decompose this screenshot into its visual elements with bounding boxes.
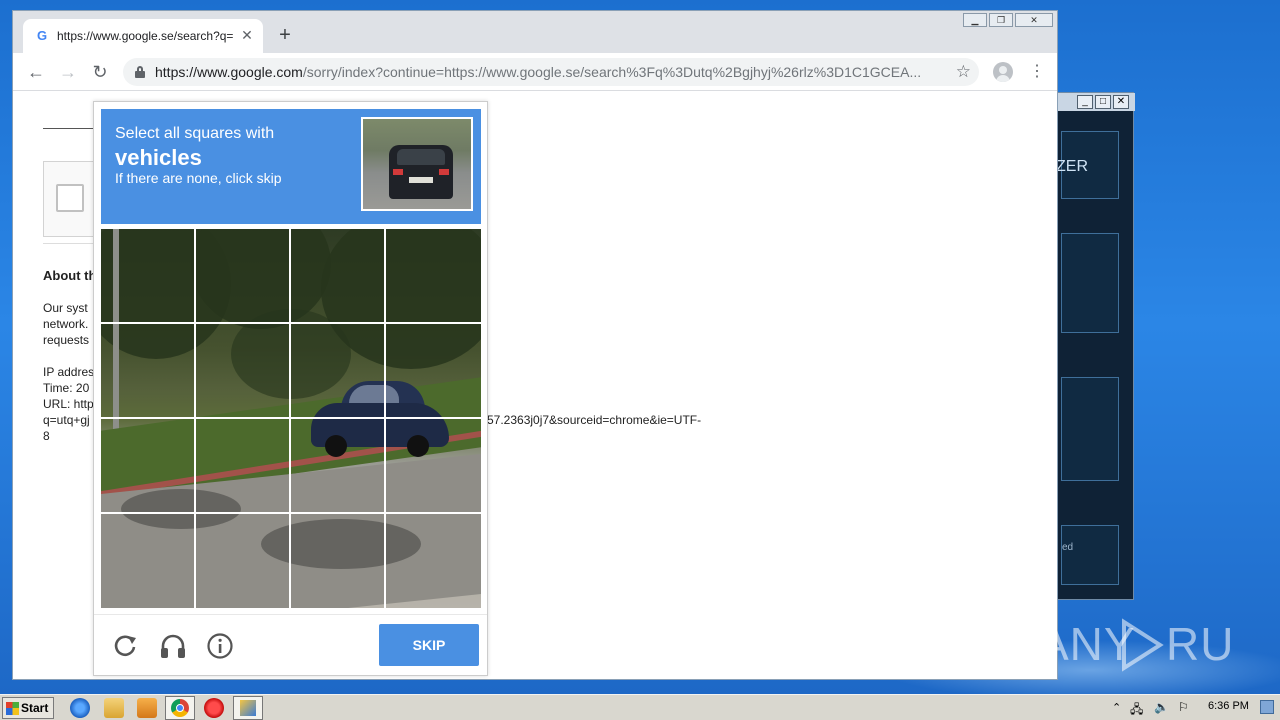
bg-app-small-text: ed — [1062, 542, 1074, 553]
bg-app-panel-mid — [1061, 233, 1119, 333]
sample-car-image — [389, 145, 453, 199]
page-line: network. — [43, 317, 89, 331]
grid-tile[interactable] — [101, 324, 195, 418]
info-icon[interactable] — [206, 632, 234, 660]
recaptcha-challenge-popup: Select all squares with vehicles If ther… — [93, 101, 488, 676]
action-center-flag-icon[interactable]: ⚐ — [1178, 700, 1189, 714]
network-icon[interactable]: 🖧 — [1130, 700, 1143, 720]
media-player-icon[interactable] — [137, 698, 157, 718]
address-url[interactable]: https://www.google.com/sorry/index?conti… — [155, 64, 945, 82]
windows-flag-icon — [6, 702, 19, 715]
google-g-icon: G — [36, 28, 48, 43]
grid-tile[interactable] — [291, 514, 385, 608]
challenge-header: Select all squares with vehicles If ther… — [101, 109, 481, 224]
tab-strip: G https://www.google.se/search?q=ut ✕ + … — [13, 11, 1057, 53]
ip-line: IP addres — [43, 365, 95, 379]
sample-image — [361, 117, 473, 211]
start-button[interactable]: Start — [2, 697, 54, 719]
lock-icon[interactable] — [135, 66, 145, 78]
show-desktop-icon[interactable] — [1260, 700, 1274, 714]
address-bar[interactable]: https://www.google.com/sorry/index?conti… — [123, 58, 979, 86]
menu-dots-icon[interactable]: ⋮ — [1029, 62, 1045, 82]
anyrun-logo-icon: ANY RUN — [1038, 618, 1268, 672]
system-tray: ⌃ 🖧 🔈 ⚐ — [1108, 695, 1280, 720]
challenge-image-grid — [101, 229, 481, 608]
grid-line — [101, 512, 481, 514]
minimize-button[interactable]: ▁ — [963, 13, 987, 27]
chrome-taskbar-button[interactable] — [165, 696, 195, 720]
new-tab-button[interactable]: + — [275, 25, 295, 45]
skip-button[interactable]: SKIP — [379, 624, 479, 666]
bg-app-panel-top[interactable]: ZER — [1056, 131, 1119, 199]
bg-minimize-button[interactable]: _ — [1077, 95, 1093, 109]
bg-app-panel-slider[interactable] — [1061, 377, 1119, 481]
recaptcha-checkbox[interactable] — [56, 184, 84, 212]
browser-toolbar: ← → ↻ https://www.google.com/sorry/index… — [13, 53, 1057, 91]
tab-close-icon[interactable]: ✕ — [239, 27, 255, 44]
grid-tile[interactable] — [196, 229, 290, 323]
grid-tile[interactable] — [101, 514, 195, 608]
reload-icon[interactable] — [111, 632, 139, 660]
grid-tile[interactable] — [386, 514, 480, 608]
ip-line: 8 — [43, 429, 50, 443]
grid-tile[interactable] — [196, 419, 290, 513]
volume-icon[interactable]: 🔈 — [1154, 700, 1169, 714]
grid-tile[interactable] — [291, 324, 385, 418]
restore-button[interactable]: ❐ — [989, 13, 1013, 27]
ip-line: Time: 20 — [43, 381, 90, 395]
ip-line: URL: http — [43, 397, 94, 411]
reload-icon[interactable]: ↻ — [89, 61, 111, 83]
close-button[interactable]: ✕ — [1015, 13, 1053, 27]
forward-arrow-icon[interactable]: → — [57, 61, 79, 83]
url-path: /sorry/index?continue=https://www.google… — [302, 64, 922, 80]
bg-app-panel-text: ZER — [1056, 158, 1088, 175]
anyrun-watermark: ANY RUN — [1038, 612, 1268, 676]
tab-title: https://www.google.se/search?q=ut — [57, 29, 233, 43]
chrome-icon — [171, 699, 189, 717]
svg-text:ANY: ANY — [1038, 618, 1136, 670]
browser-tab[interactable]: G https://www.google.se/search?q=ut ✕ — [23, 19, 263, 53]
svg-text:RUN: RUN — [1166, 618, 1238, 670]
grid-tile[interactable] — [386, 419, 480, 513]
url-host: https://www.google.com — [155, 64, 303, 80]
bg-close-button[interactable]: ✕ — [1113, 95, 1129, 109]
about-heading: About th — [43, 268, 97, 283]
grid-tile[interactable] — [291, 419, 385, 513]
challenge-prompt-keyword: vehicles — [115, 145, 202, 170]
background-app-titlebar[interactable]: _ □ ✕ — [1051, 93, 1135, 111]
tray-expand-icon[interactable]: ⌃ — [1112, 701, 1121, 714]
start-label: Start — [21, 701, 49, 715]
ie-icon[interactable] — [70, 698, 90, 718]
grid-tile[interactable] — [386, 324, 480, 418]
folder-icon[interactable] — [104, 698, 124, 718]
app-icon — [240, 700, 256, 716]
challenge-prompt-line1: Select all squares with — [115, 125, 275, 142]
taskbar-clock[interactable]: 6:36 PM — [1208, 700, 1249, 712]
taskbar: Start ⌃ 🖧 🔈 ⚐ 6:36 PM — [0, 694, 1280, 720]
bg-app-panel-bottom: ed — [1061, 525, 1119, 585]
profile-avatar-icon[interactable] — [993, 62, 1013, 82]
page-line: Our syst — [43, 301, 88, 315]
grid-tile[interactable] — [101, 419, 195, 513]
challenge-prompt-line3: If there are none, click skip — [115, 170, 282, 186]
opera-icon[interactable] — [204, 698, 224, 718]
grid-tile[interactable] — [196, 514, 290, 608]
page-line: requests — [43, 333, 90, 347]
app-taskbar-button[interactable] — [233, 696, 263, 720]
audio-headphones-icon[interactable] — [159, 632, 187, 660]
bookmark-star-icon[interactable]: ☆ — [956, 62, 971, 82]
footer-divider — [94, 614, 487, 615]
bg-maximize-button[interactable]: □ — [1095, 95, 1111, 109]
ip-line: q=utq+gj — [43, 413, 90, 427]
grid-line — [101, 322, 481, 324]
grid-tile[interactable] — [196, 324, 290, 418]
grid-tile[interactable] — [101, 229, 195, 323]
grid-line — [101, 417, 481, 419]
background-app-window[interactable]: _ □ ✕ ZER ed — [1050, 92, 1135, 600]
grid-tile[interactable] — [291, 229, 385, 323]
back-arrow-icon[interactable]: ← — [25, 61, 47, 83]
grid-tile[interactable] — [386, 229, 480, 323]
url-tail-text: 57.2363j0j7&sourceid=chrome&ie=UTF- — [487, 413, 702, 427]
